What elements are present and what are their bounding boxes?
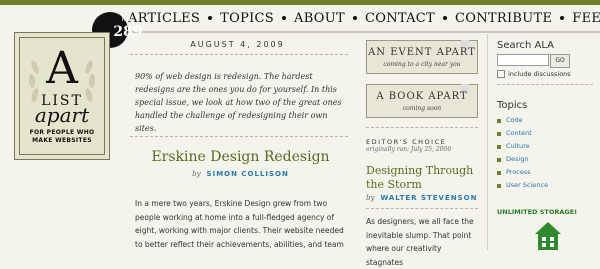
search-divider bbox=[497, 84, 593, 85]
nav-separator bbox=[352, 16, 357, 20]
nav-separator bbox=[208, 16, 213, 20]
nav-about[interactable]: ABOUT bbox=[294, 11, 345, 26]
article-title[interactable]: Erskine Design Redesign bbox=[128, 149, 353, 165]
topic-culture[interactable]: Culture bbox=[497, 140, 548, 153]
sidebar-divider bbox=[487, 34, 488, 250]
nav-divider bbox=[128, 31, 600, 33]
nav-separator bbox=[443, 16, 448, 20]
ad-subtitle: coming soon bbox=[402, 105, 442, 112]
nav-feed[interactable]: FEED bbox=[572, 11, 600, 26]
ad-title: A BOOK APART bbox=[376, 91, 468, 102]
topic-label: Code bbox=[506, 116, 523, 124]
intro-divider bbox=[130, 136, 348, 137]
issue-intro: 90% of web design is redesign. The harde… bbox=[135, 72, 342, 133]
topics-list: Code Content Culture Design Process User… bbox=[497, 114, 548, 192]
top-accent-bar bbox=[0, 0, 600, 5]
article-excerpt: In a mere two years, Erskine Design grew… bbox=[135, 199, 344, 249]
site-logo[interactable]: A LIST apart FOR PEOPLE WHO MAKE WEBSITE… bbox=[14, 32, 110, 160]
topic-code[interactable]: Code bbox=[497, 114, 548, 127]
search-title: Search ALA bbox=[497, 40, 555, 51]
editors-choice-excerpt: As designers, we all face the inevitable… bbox=[366, 217, 474, 267]
topic-user-science[interactable]: User Science bbox=[497, 179, 548, 192]
logo-word-apart: apart bbox=[34, 103, 90, 127]
main-nav: ARTICLES TOPICS ABOUT CONTACT CONTRIBUTE… bbox=[128, 8, 600, 28]
ad-subtitle: coming to a city near you bbox=[383, 61, 461, 68]
topic-content[interactable]: Content bbox=[497, 127, 548, 140]
ad-book-apart[interactable]: A BOOK APART coming soon bbox=[366, 84, 478, 118]
ad-event-apart[interactable]: AN EVENT APART coming to a city near you bbox=[366, 40, 478, 74]
editors-choice-title[interactable]: Designing Through the Storm bbox=[366, 164, 486, 192]
topics-title: Topics bbox=[497, 100, 528, 111]
editors-choice-label: EDITOR'S CHOICE bbox=[366, 138, 447, 146]
editors-choice-divider-2 bbox=[366, 208, 478, 209]
issue-date: AUGUST 4, 2009 bbox=[190, 40, 285, 49]
editors-choice-date: originally ran: July 25, 2006 bbox=[366, 146, 452, 153]
editors-choice-divider bbox=[366, 127, 478, 128]
include-discussions-option[interactable]: include discussions bbox=[497, 70, 571, 78]
ad-title: AN EVENT APART bbox=[368, 47, 476, 58]
bullet-icon bbox=[497, 170, 501, 175]
house-icon[interactable] bbox=[533, 220, 563, 250]
nav-contribute[interactable]: CONTRIBUTE bbox=[455, 11, 552, 26]
issue-number: 289 bbox=[113, 24, 143, 40]
topic-design[interactable]: Design bbox=[497, 153, 548, 166]
nav-contact[interactable]: CONTACT bbox=[365, 11, 435, 26]
issue-label: No. bbox=[121, 16, 135, 23]
date-divider bbox=[130, 54, 348, 55]
include-discussions-label: include discussions bbox=[508, 70, 571, 78]
byline-prefix: by bbox=[192, 170, 201, 178]
article-byline: by SIMON COLLISON bbox=[128, 170, 353, 178]
topic-label: Process bbox=[506, 168, 531, 176]
nav-separator bbox=[560, 16, 565, 20]
byline-prefix: by bbox=[366, 194, 375, 202]
topic-label: Culture bbox=[506, 142, 530, 150]
search-input[interactable] bbox=[497, 54, 549, 66]
nav-separator bbox=[282, 16, 287, 20]
topic-process[interactable]: Process bbox=[497, 166, 548, 179]
logo-tagline: FOR PEOPLE WHO MAKE WEBSITES bbox=[29, 129, 95, 144]
nav-topics[interactable]: TOPICS bbox=[220, 11, 274, 26]
article-author-link[interactable]: SIMON COLLISON bbox=[207, 170, 289, 178]
logo-letter-a: A bbox=[46, 43, 78, 94]
bullet-icon bbox=[497, 131, 501, 136]
editors-choice-byline: by WALTER STEVENSON bbox=[366, 194, 477, 202]
editors-choice-author-link[interactable]: WALTER STEVENSON bbox=[380, 194, 477, 202]
search-go-button[interactable]: GO bbox=[550, 54, 570, 68]
topic-label: Design bbox=[506, 155, 529, 163]
bullet-icon bbox=[497, 144, 501, 149]
storage-promo-text[interactable]: UNLIMITED STORAGE! bbox=[497, 208, 577, 216]
include-discussions-checkbox[interactable] bbox=[497, 70, 505, 78]
bullet-icon bbox=[497, 157, 501, 162]
bullet-icon bbox=[497, 183, 501, 188]
topic-label: User Science bbox=[506, 181, 549, 189]
bullet-icon bbox=[497, 118, 501, 123]
topic-label: Content bbox=[506, 129, 532, 137]
